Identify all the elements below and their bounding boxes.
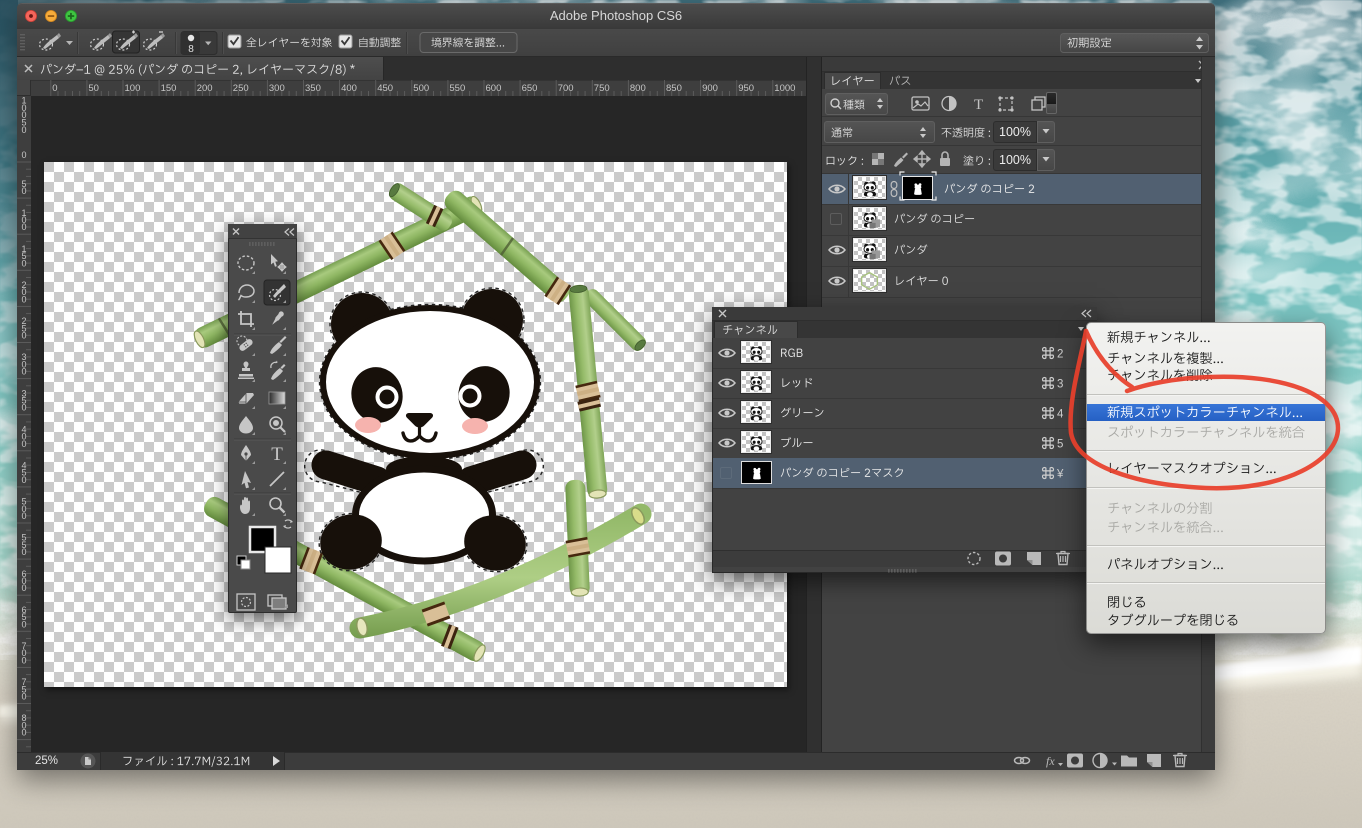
svg-text:2: 2 [1057,349,1063,361]
svg-text:¥: ¥ [1056,469,1064,481]
svg-text:750: 750 [594,83,610,94]
svg-text:fx: fx [1046,754,1055,768]
svg-text:0: 0 [21,511,26,521]
svg-text:600: 600 [486,83,502,94]
svg-text:0: 0 [21,222,26,232]
svg-text:250: 250 [233,83,249,94]
svg-text:900: 900 [702,83,718,94]
svg-text:300: 300 [269,83,285,94]
svg-text:800: 800 [630,83,646,94]
svg-text:0: 0 [21,150,26,160]
svg-text:400: 400 [341,83,357,94]
svg-text:0: 0 [21,475,26,485]
svg-text:1000: 1000 [774,83,795,94]
svg-text:0: 0 [21,403,26,413]
svg-text:650: 650 [522,83,538,94]
svg-text:0: 0 [21,692,26,702]
svg-text:0: 0 [52,83,57,94]
svg-text:5: 5 [1057,439,1063,451]
svg-text:T: T [974,97,983,113]
svg-text:0: 0 [21,125,26,135]
svg-text:3: 3 [1057,379,1063,391]
svg-text:0: 0 [21,547,26,557]
svg-text:0: 0 [21,619,26,629]
svg-text:950: 950 [738,83,754,94]
svg-text:500: 500 [413,83,429,94]
svg-text:700: 700 [558,83,574,94]
svg-text:200: 200 [197,83,213,94]
svg-text:450: 450 [377,83,393,94]
svg-text:0: 0 [21,655,26,665]
svg-text:0: 0 [21,583,26,593]
svg-text:0: 0 [21,294,26,304]
svg-text:0: 0 [21,258,26,268]
svg-text:850: 850 [666,83,682,94]
svg-text:0: 0 [21,367,26,377]
svg-text:T: T [271,444,283,465]
svg-text:550: 550 [449,83,465,94]
svg-text:350: 350 [305,83,321,94]
svg-text:8: 8 [188,44,194,55]
svg-text:0: 0 [21,439,26,449]
svg-text:0: 0 [21,186,26,196]
svg-text:4: 4 [1057,409,1064,421]
svg-text:0: 0 [21,331,26,341]
svg-text:0: 0 [21,728,26,738]
svg-text:100: 100 [125,83,141,94]
svg-text:150: 150 [161,83,177,94]
